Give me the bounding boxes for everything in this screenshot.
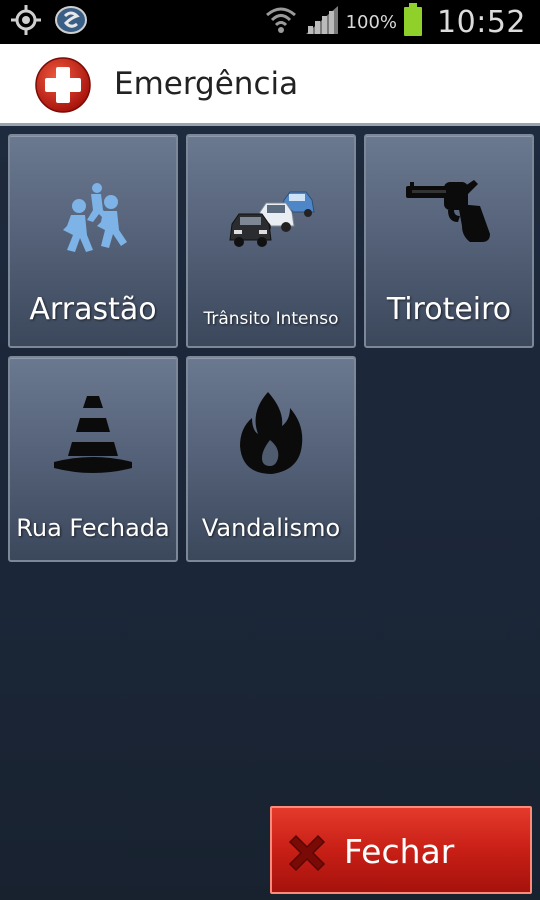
red-x-icon [286, 832, 328, 874]
status-bar: 100% 10:52 [0, 0, 540, 44]
tile-label: Rua Fechada [16, 514, 170, 542]
traffic-cone-icon [10, 394, 176, 476]
signal-icon [304, 4, 340, 40]
close-button[interactable]: Fechar [270, 806, 532, 894]
tile-vandalismo[interactable]: Vandalismo [186, 356, 356, 562]
tile-label: Tiroteiro [386, 292, 512, 327]
tile-rua-fechada[interactable]: Rua Fechada [8, 356, 178, 562]
battery-icon [403, 3, 423, 41]
fire-icon [188, 390, 354, 476]
gps-icon [10, 4, 42, 40]
emergency-grid: Arrastão Trânsito Intenso Tiroteiro Rua … [0, 126, 540, 900]
clock: 10:52 [437, 4, 526, 40]
revolver-icon [366, 176, 532, 246]
carrier-logo-icon [54, 4, 88, 40]
tile-transito-intenso[interactable]: Trânsito Intenso [186, 134, 356, 348]
tile-label: Trânsito Intenso [203, 309, 339, 329]
tile-label: Arrastão [29, 292, 157, 327]
status-bar-right: 100% 10:52 [264, 0, 526, 44]
battery-percent: 100% [345, 11, 398, 33]
close-button-label: Fechar [344, 832, 455, 871]
tile-arrastao[interactable]: Arrastão [8, 134, 178, 348]
red-cross-icon [34, 56, 92, 114]
tile-label: Vandalismo [201, 514, 341, 542]
people-running-icon [10, 180, 176, 260]
wifi-icon [264, 5, 298, 39]
page-title: Emergência [114, 66, 299, 102]
tile-tiroteiro[interactable]: Tiroteiro [364, 134, 534, 348]
status-bar-left [10, 4, 88, 40]
traffic-cars-icon [188, 186, 354, 256]
app-header: Emergência [0, 44, 540, 126]
